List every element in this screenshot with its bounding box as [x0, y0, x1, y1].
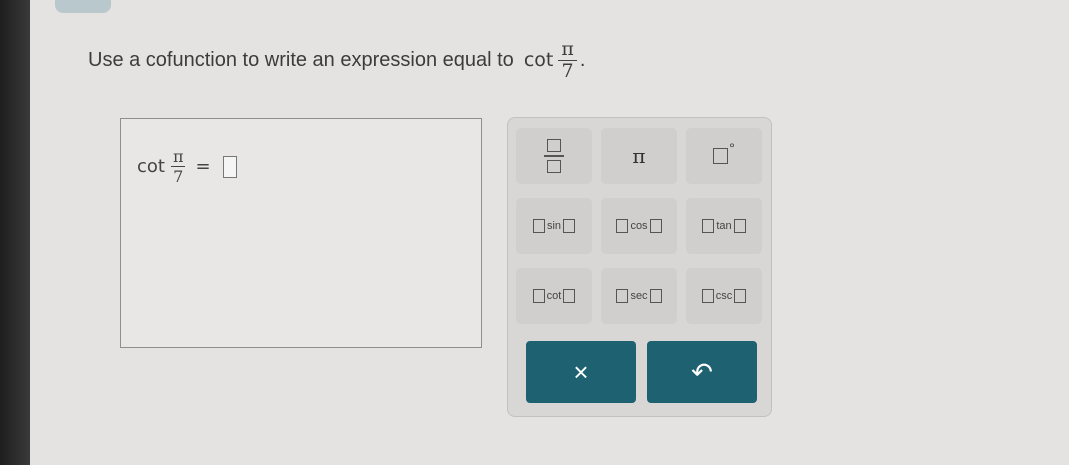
clear-button[interactable]: × [526, 341, 636, 403]
question-denominator: 7 [561, 59, 574, 82]
undo-button[interactable]: ↶ [647, 341, 757, 403]
placeholder-box-icon [713, 148, 729, 164]
answer-input-box[interactable] [222, 155, 237, 178]
fraction-icon [544, 139, 564, 173]
question-numerator: π [558, 38, 577, 61]
csc-key[interactable]: csc [686, 268, 762, 324]
sin-label: sin [546, 220, 562, 232]
tan-key[interactable]: tan [686, 198, 762, 254]
question-fraction: π 7 [558, 38, 577, 82]
answer-numerator: π [170, 147, 186, 167]
answer-equals: = [195, 156, 211, 177]
degree-key[interactable]: ° [686, 128, 762, 184]
sec-key[interactable]: sec [601, 268, 677, 324]
sin-key[interactable]: sin [516, 198, 592, 254]
close-icon: × [573, 356, 589, 387]
cos-label: cos [630, 220, 648, 232]
cos-key[interactable]: cos [601, 198, 677, 254]
pi-symbol: π [632, 144, 646, 168]
answer-func: cot [137, 156, 165, 177]
degree-symbol: ° [729, 140, 735, 156]
question-prompt: Use a cofunction to write an expression … [88, 30, 585, 90]
sec-label: sec [630, 290, 648, 302]
cot-label: cot [546, 290, 562, 302]
csc-label: csc [715, 290, 733, 302]
fraction-key[interactable] [516, 128, 592, 184]
undo-icon: ↶ [691, 356, 713, 387]
question-func: cot [523, 49, 554, 71]
answer-expression: cot π 7 = [137, 147, 237, 186]
answer-denominator: 7 [173, 167, 184, 186]
math-keypad: π ° sin cos tan cot sec csc × ↶ [507, 117, 772, 417]
cot-key[interactable]: cot [516, 268, 592, 324]
question-period: . [579, 48, 586, 71]
left-edge-bar [0, 0, 30, 465]
tan-label: tan [716, 220, 732, 232]
question-text: Use a cofunction to write an expression … [88, 48, 514, 71]
answer-fraction: π 7 [170, 147, 186, 186]
top-tab[interactable] [55, 0, 111, 13]
answer-area[interactable]: cot π 7 = [120, 118, 482, 348]
pi-key[interactable]: π [601, 128, 677, 184]
